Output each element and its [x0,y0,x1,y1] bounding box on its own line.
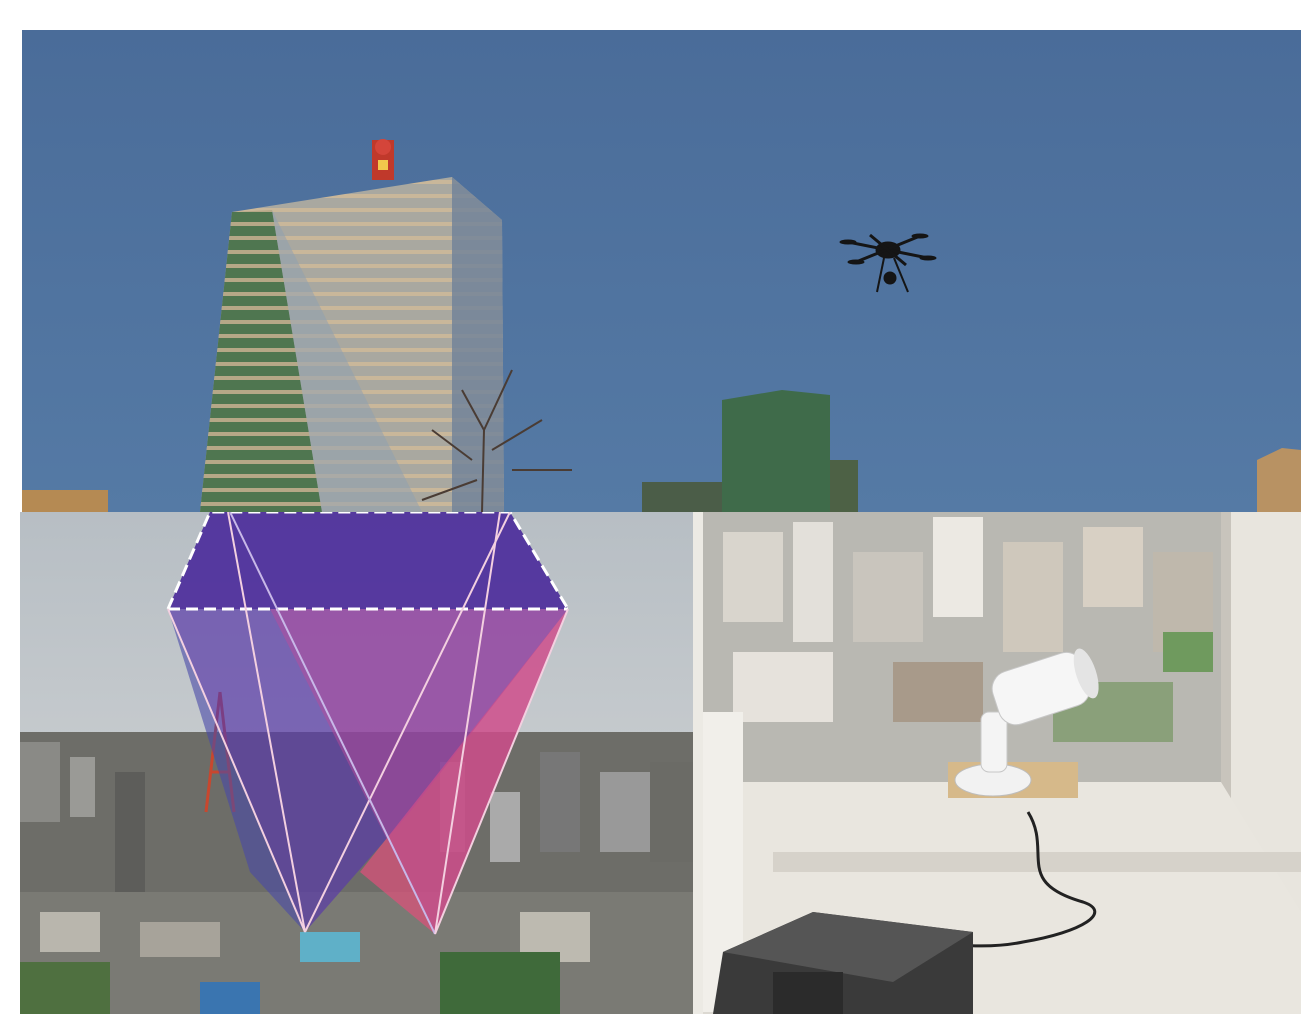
drone-skyline-photo [22,30,1301,512]
window-camera-photo [693,512,1301,1014]
window-city-view [701,512,1221,782]
window-frame-left [693,512,703,1014]
skyscraper [200,177,504,512]
rooftop-sign [372,139,394,180]
fov-overlay-photo [20,512,693,1014]
low-building-left [22,490,108,512]
building-right-edge [1257,448,1301,512]
